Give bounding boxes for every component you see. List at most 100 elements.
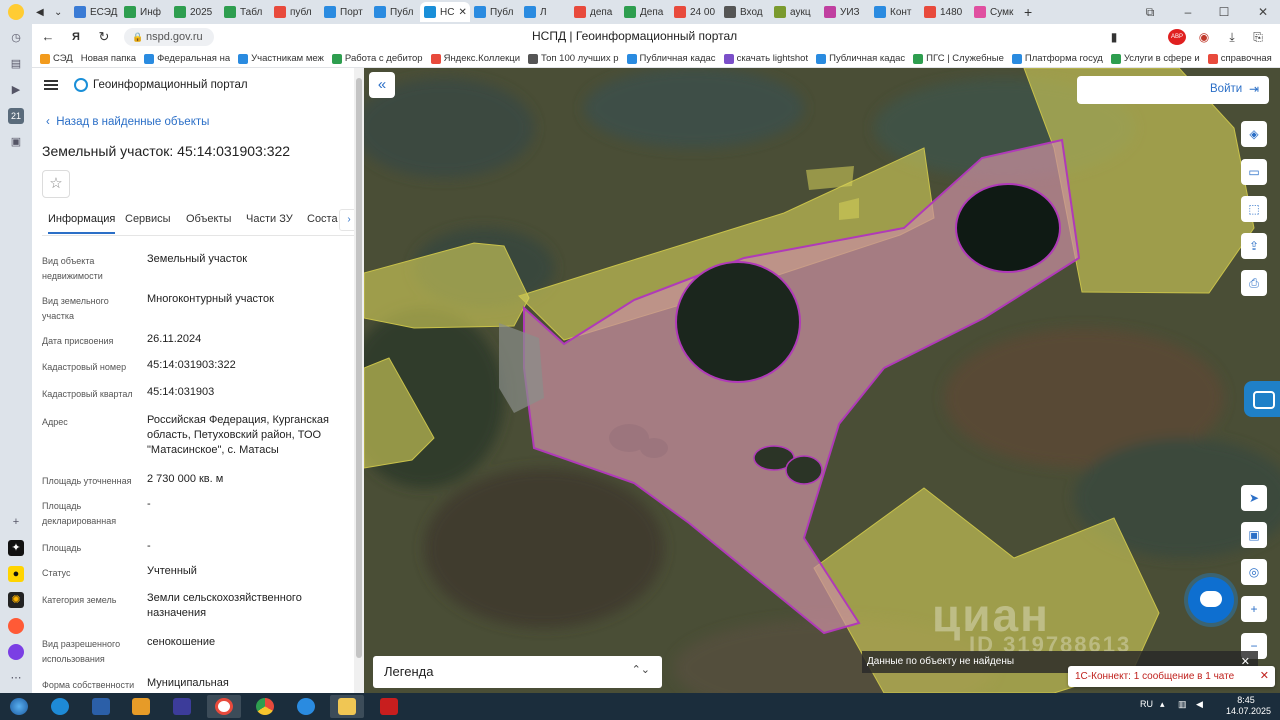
bookmark-icon[interactable]: ▮	[1106, 29, 1122, 45]
reload-icon[interactable]: ↻	[96, 29, 112, 45]
ruler-icon[interactable]: ▭	[1241, 159, 1267, 185]
collapse-panel-icon[interactable]: «	[369, 72, 395, 98]
bookmark-item[interactable]: Публичная кадас	[816, 53, 905, 64]
bookmark-item[interactable]: Яндекс.Коллекци	[430, 53, 520, 64]
scrollbar-thumb[interactable]	[356, 78, 362, 658]
share-icon[interactable]: ⇪	[1241, 233, 1267, 259]
feedback-chat-icon[interactable]	[1244, 381, 1280, 417]
bookmark-item[interactable]: скачать lightshot	[723, 53, 808, 64]
app-icon[interactable]	[289, 695, 323, 718]
collections-icon[interactable]: ▣	[8, 134, 24, 150]
zoom-in-icon[interactable]: +	[1241, 596, 1267, 622]
browser-tab[interactable]: Порт	[320, 2, 370, 22]
bookmark-item[interactable]: Публичная кадас	[626, 53, 716, 64]
messenger-app-icon[interactable]	[8, 644, 24, 660]
translate-icon[interactable]: ⎘	[1250, 29, 1266, 45]
start-button[interactable]	[2, 695, 36, 718]
games-app-icon[interactable]	[8, 618, 24, 634]
more-apps-icon[interactable]: ⋯	[8, 670, 24, 686]
maximize-icon[interactable]: ☐	[1216, 4, 1232, 20]
ie-icon[interactable]	[43, 695, 77, 718]
url-field[interactable]: 🔒 nspd.gov.ru	[124, 28, 214, 46]
explorer-icon[interactable]	[330, 695, 364, 718]
extension-icon[interactable]: ◉	[1196, 29, 1212, 45]
market-app-icon[interactable]: ●	[8, 566, 24, 582]
bookmark-item[interactable]: Работа с дебитор	[331, 53, 423, 64]
minimize-icon[interactable]: –	[1180, 4, 1196, 20]
bookmark-item[interactable]: Новая папка	[81, 53, 136, 64]
bookmark-item[interactable]: справочная	[1207, 53, 1272, 64]
browser-tab[interactable]: Сумк	[970, 2, 1020, 22]
panel-scrollbar[interactable]	[354, 68, 364, 693]
object-tab[interactable]: Соста	[307, 213, 338, 225]
locate-icon[interactable]: ➤	[1241, 485, 1267, 511]
browser-tab[interactable]: Табл	[220, 2, 270, 22]
browser-tab[interactable]: Л	[520, 2, 570, 22]
new-tab-icon[interactable]: +	[1020, 2, 1038, 22]
adblock-icon[interactable]: ABP	[1168, 29, 1186, 45]
browser-tab[interactable]: Публ	[370, 2, 420, 22]
bookmark-item[interactable]: СЭД	[40, 53, 73, 64]
object-tab[interactable]: Информация	[48, 213, 116, 234]
word-icon[interactable]	[84, 695, 118, 718]
yandex-icon[interactable]: Я	[68, 29, 84, 45]
save-icon[interactable]	[165, 695, 199, 718]
browser-tab[interactable]: Публ	[470, 2, 520, 22]
legend-select[interactable]: Легенда ⌃⌄	[373, 656, 662, 688]
lang-indicator[interactable]: RU	[1140, 699, 1153, 709]
favorite-star-icon[interactable]: ☆	[42, 170, 70, 198]
object-tab[interactable]: Сервисы	[125, 213, 171, 225]
clock[interactable]: 8:45 14.07.2025	[1226, 695, 1271, 717]
browser-tab[interactable]: УИЗ	[820, 2, 870, 22]
browser-tab[interactable]: 1480	[920, 2, 970, 22]
browser-tab[interactable]: публ	[270, 2, 320, 22]
close-window-icon[interactable]: ✕	[1255, 4, 1271, 20]
chrome-icon[interactable]	[248, 695, 282, 718]
geolocation-icon[interactable]: ◎	[1241, 559, 1267, 585]
add-panel-icon[interactable]: +	[8, 514, 24, 530]
tabs-next-icon[interactable]: ›	[339, 209, 354, 231]
basemap-icon[interactable]: ▣	[1241, 522, 1267, 548]
select-area-icon[interactable]: ⬚	[1241, 196, 1267, 222]
bookmark-item[interactable]: Федеральная на	[144, 53, 230, 64]
downloads-icon[interactable]: ↓	[1274, 29, 1280, 45]
profile-avatar-icon[interactable]	[8, 4, 24, 20]
bookmark-item[interactable]: Топ 100 лучших р	[528, 53, 619, 64]
map-view[interactable]: циан ID 319788613 « Войти ⇥ ◈ ▭ ⬚ ⇪ ⎙ ➤ …	[364, 68, 1280, 693]
connect-notification[interactable]: 1С-Коннект: 1 сообщение в 1 чате ✕	[1068, 666, 1275, 687]
restore-window-icon[interactable]: ⧉	[1142, 4, 1158, 20]
menu-icon[interactable]	[44, 80, 58, 90]
alice-app-icon[interactable]: ✦	[8, 540, 24, 556]
volume-icon[interactable]: ◀	[1196, 699, 1203, 710]
object-tab[interactable]: Части ЗУ	[246, 213, 293, 225]
media-icon[interactable]: ▶	[8, 82, 24, 98]
browser-tab[interactable]: депа	[570, 2, 620, 22]
network-icon[interactable]: ▥	[1178, 699, 1187, 710]
calendar-icon[interactable]: 21	[8, 108, 24, 124]
bookmark-item[interactable]: ПГС | Служебные	[913, 53, 1004, 64]
browser-tab[interactable]: ЕСЭД	[70, 2, 120, 22]
browser-tab[interactable]: аукц	[770, 2, 820, 22]
close-tab-icon[interactable]: ✕	[458, 7, 466, 18]
back-link[interactable]: ‹ Назад в найденные объекты	[46, 116, 209, 128]
browser-tab[interactable]: Конт	[870, 2, 920, 22]
download-icon[interactable]: ⤓	[1224, 29, 1240, 45]
notification-close-icon[interactable]: ✕	[1260, 666, 1269, 687]
tabs-menu-icon[interactable]: ⌄	[50, 2, 70, 22]
tray-arrow-icon[interactable]: ▴	[1160, 699, 1165, 710]
bookmark-item[interactable]: Участникам меж	[238, 53, 324, 64]
browser-tab[interactable]: 24 00	[670, 2, 720, 22]
media-player-icon[interactable]	[124, 695, 158, 718]
browser-tab[interactable]: Вход	[720, 2, 770, 22]
browser-tab[interactable]: НС ✕	[420, 2, 470, 22]
layers-icon[interactable]: ◈	[1241, 121, 1267, 147]
back-icon[interactable]: ←	[40, 29, 56, 45]
chat-widget-icon[interactable]	[1188, 577, 1234, 623]
music-app-icon[interactable]: ✺	[8, 592, 24, 608]
yandex-browser-icon[interactable]	[207, 695, 241, 718]
object-tab[interactable]: Объекты	[186, 213, 231, 225]
bookmark-item[interactable]: Платформа госуд	[1011, 53, 1103, 64]
print-icon[interactable]: ⎙	[1241, 270, 1267, 296]
notes-icon[interactable]: ▤	[8, 56, 24, 72]
history-icon[interactable]: ◷	[8, 30, 24, 46]
